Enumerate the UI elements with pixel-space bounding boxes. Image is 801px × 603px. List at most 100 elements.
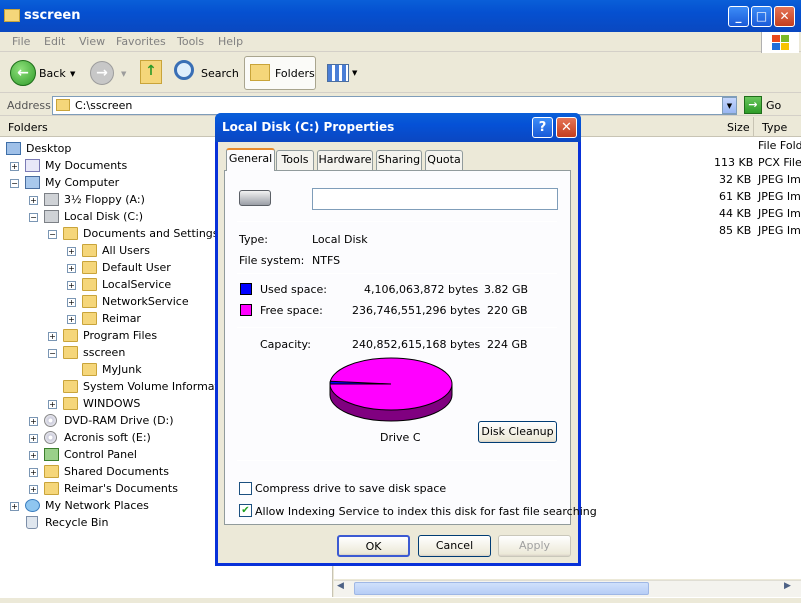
indexing-checkbox[interactable]: ✔ xyxy=(239,504,252,517)
go-button[interactable]: Go xyxy=(766,99,781,112)
list-item-size[interactable]: 44 KB xyxy=(719,207,751,220)
collapse-icon[interactable]: − xyxy=(48,230,57,239)
back-dropdown-icon[interactable]: ▼ xyxy=(70,70,75,78)
list-item-type[interactable]: JPEG Im xyxy=(758,173,801,186)
cd-drive-icon xyxy=(44,431,57,444)
disk-usage-pie xyxy=(329,357,453,422)
column-divider[interactable] xyxy=(753,117,754,137)
scrollbar-thumb[interactable] xyxy=(354,582,649,595)
maximize-icon[interactable]: □ xyxy=(751,6,772,27)
expand-icon[interactable]: + xyxy=(29,468,38,477)
list-item-size[interactable]: 113 KB xyxy=(714,156,753,169)
expand-icon[interactable]: + xyxy=(48,332,57,341)
column-size[interactable]: Size xyxy=(727,121,750,134)
used-space-swatch xyxy=(240,283,252,295)
address-dropdown-icon[interactable]: ▼ xyxy=(722,97,737,114)
collapse-icon[interactable]: − xyxy=(48,349,57,358)
scroll-right-icon[interactable]: ▶ xyxy=(784,581,791,591)
search-button[interactable]: Search xyxy=(201,67,239,80)
list-item-type[interactable]: JPEG Im xyxy=(758,224,801,237)
up-folder-icon[interactable]: ↑ xyxy=(140,60,162,84)
list-item-size[interactable]: 61 KB xyxy=(719,190,751,203)
cancel-button[interactable]: Cancel xyxy=(418,535,491,557)
folder-icon xyxy=(63,380,78,393)
folder-icon xyxy=(63,227,78,240)
ok-button[interactable]: OK xyxy=(337,535,410,557)
expand-icon[interactable]: + xyxy=(67,298,76,307)
help-icon[interactable]: ? xyxy=(532,117,553,138)
folder-icon xyxy=(63,397,78,410)
tab-tools[interactable]: Tools xyxy=(276,150,314,170)
views-icon[interactable] xyxy=(327,64,349,82)
my-documents-icon xyxy=(25,159,40,172)
expand-icon[interactable]: + xyxy=(29,451,38,460)
capacity-gb: 224 GB xyxy=(487,338,528,351)
menu-favorites[interactable]: Favorites xyxy=(116,35,166,48)
expand-icon[interactable]: + xyxy=(67,264,76,273)
address-label: Address xyxy=(7,99,51,112)
expand-icon[interactable]: + xyxy=(29,485,38,494)
used-space-gb: 3.82 GB xyxy=(484,283,529,296)
tab-general[interactable]: General xyxy=(226,148,275,171)
views-dropdown-icon[interactable]: ▼ xyxy=(352,69,357,77)
expand-icon[interactable]: + xyxy=(29,417,38,426)
address-value: C:\sscreen xyxy=(75,99,133,112)
status-bar xyxy=(0,597,801,603)
expand-icon[interactable]: + xyxy=(67,281,76,290)
compress-checkbox[interactable] xyxy=(239,482,252,495)
collapse-icon[interactable]: − xyxy=(10,179,19,188)
drive-name-input[interactable] xyxy=(312,188,558,210)
expand-icon[interactable]: + xyxy=(10,502,19,511)
folder-icon xyxy=(82,261,97,274)
recycle-bin-icon xyxy=(26,516,38,529)
expand-icon[interactable]: + xyxy=(29,196,38,205)
list-item-type[interactable]: File Fold xyxy=(758,139,801,152)
menu-help[interactable]: Help xyxy=(218,35,243,48)
expand-icon[interactable]: + xyxy=(10,162,19,171)
expand-icon[interactable]: + xyxy=(67,247,76,256)
list-item-type[interactable]: JPEG Im xyxy=(758,207,801,220)
folder-icon xyxy=(44,465,59,478)
folder-icon xyxy=(4,9,20,22)
apply-button[interactable]: Apply xyxy=(498,535,571,557)
list-item-type[interactable]: PCX File xyxy=(758,156,801,169)
expand-icon[interactable]: + xyxy=(29,434,38,443)
minimize-icon[interactable]: _ xyxy=(728,6,749,27)
window-titlebar[interactable] xyxy=(0,0,801,32)
forward-arrow-icon[interactable]: → xyxy=(90,61,114,85)
scroll-left-icon[interactable]: ◀ xyxy=(337,581,344,591)
tab-quota[interactable]: Quota xyxy=(425,150,463,170)
disk-drive-icon xyxy=(239,190,271,206)
free-space-label: Free space: xyxy=(260,304,323,317)
go-arrow-icon[interactable]: → xyxy=(744,96,762,114)
open-folder-icon xyxy=(63,346,78,359)
close-icon[interactable]: ✕ xyxy=(556,117,577,138)
dvd-drive-icon xyxy=(44,414,57,427)
search-icon[interactable] xyxy=(174,60,194,80)
menu-tools[interactable]: Tools xyxy=(177,35,204,48)
forward-dropdown-icon[interactable]: ▼ xyxy=(121,70,126,78)
desktop-icon xyxy=(6,142,21,155)
folder-icon xyxy=(82,312,97,325)
tab-hardware[interactable]: Hardware xyxy=(317,150,373,170)
list-item-size[interactable]: 32 KB xyxy=(719,173,751,186)
folder-icon xyxy=(82,363,97,376)
close-icon[interactable]: ✕ xyxy=(774,6,795,27)
folder-icon xyxy=(63,329,78,342)
back-arrow-icon[interactable]: ← xyxy=(10,60,36,86)
disk-cleanup-button[interactable]: Disk Cleanup xyxy=(478,421,557,443)
tab-sharing[interactable]: Sharing xyxy=(376,150,422,170)
used-space-bytes: 4,106,063,872 bytes xyxy=(364,283,479,296)
column-type[interactable]: Type xyxy=(762,121,787,134)
menu-view[interactable]: View xyxy=(79,35,105,48)
back-button[interactable]: Back xyxy=(39,67,66,80)
menu-edit[interactable]: Edit xyxy=(44,35,65,48)
dialog-title: Local Disk (C:) Properties xyxy=(222,120,395,134)
expand-icon[interactable]: + xyxy=(67,315,76,324)
expand-icon[interactable]: + xyxy=(48,400,57,409)
list-item-type[interactable]: JPEG Im xyxy=(758,190,801,203)
list-item-size[interactable]: 85 KB xyxy=(719,224,751,237)
collapse-icon[interactable]: − xyxy=(29,213,38,222)
menu-file[interactable]: File xyxy=(12,35,30,48)
used-space-label: Used space: xyxy=(260,283,328,296)
